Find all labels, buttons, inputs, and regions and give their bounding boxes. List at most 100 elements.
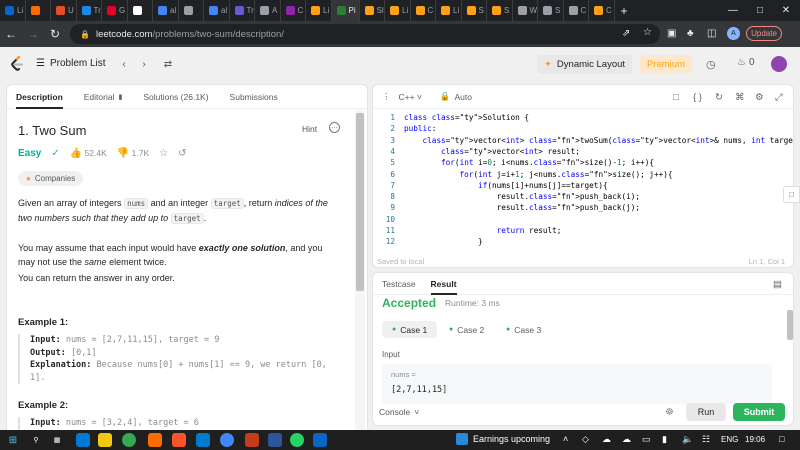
notification-icon[interactable]: □ — [779, 434, 784, 444]
problem-list-button[interactable]: ☰ Problem List — [36, 58, 106, 69]
chrome-app-icon[interactable] — [122, 433, 136, 447]
timer-icon[interactable]: ◷ — [706, 58, 716, 71]
browser-tab[interactable] — [128, 0, 153, 21]
code-line[interactable]: 1 class class="ty">Solution { — [373, 112, 793, 123]
tab-description[interactable]: Description — [16, 85, 63, 109]
tab-result[interactable]: Result — [430, 273, 457, 295]
code-line[interactable]: 12 } — [373, 236, 793, 247]
expand-icon[interactable]: ⤢ — [775, 92, 783, 103]
premium-button[interactable]: Premium — [640, 55, 692, 74]
code-line[interactable]: 11 return result; — [373, 225, 793, 236]
case-3-button[interactable]: ● Case 3 — [496, 321, 551, 338]
puzzle-extensions-icon[interactable]: ♣ — [687, 28, 694, 39]
dislike-button[interactable]: 👎 1.7K — [117, 148, 149, 159]
browser-tab[interactable]: C — [411, 0, 436, 21]
browser-tab[interactable]: S — [462, 0, 487, 21]
hint-button[interactable]: Hint — [302, 124, 317, 134]
auto-mode[interactable]: Auto — [455, 92, 473, 102]
search-icon[interactable]: ⚲ — [29, 433, 43, 447]
vscode-app-icon[interactable] — [196, 433, 210, 447]
next-problem-chevron-icon[interactable]: › — [136, 57, 152, 71]
browser-tab[interactable]: al — [204, 0, 230, 21]
system-clock[interactable]: 19:06 — [745, 435, 765, 444]
browser-tab[interactable]: S — [538, 0, 564, 21]
companies-tag[interactable]: ● Companies — [18, 171, 84, 186]
battery-icon[interactable]: ▮ — [662, 434, 667, 445]
case-1-button[interactable]: ● Case 1 — [382, 321, 438, 338]
side-panel-icon[interactable]: ◫ — [707, 28, 716, 39]
close-window-icon[interactable]: ✕ — [772, 0, 800, 21]
onedrive-cloud-icon[interactable]: ☁ — [602, 434, 611, 445]
browser-tab[interactable]: Tr — [77, 0, 102, 21]
panel-toggle-icon[interactable]: ▤ — [773, 279, 782, 290]
browser-tab[interactable]: al — [153, 0, 179, 21]
powerpoint-app-icon[interactable] — [245, 433, 259, 447]
debug-icon[interactable]: ☸ — [665, 407, 674, 418]
code-line[interactable]: 4 class="ty">vector<int> result; — [373, 146, 793, 157]
share-link-icon[interactable]: ↺ — [178, 148, 186, 159]
browser-tab[interactable] — [179, 0, 204, 21]
code-line[interactable]: 6 for(int j=i+1; j<nums.class="fn">size(… — [373, 169, 793, 180]
brave-app-icon[interactable] — [172, 433, 186, 447]
browser-tab[interactable]: U — [51, 0, 77, 21]
chrome-profile-icon[interactable] — [220, 433, 234, 447]
word-app-icon[interactable] — [268, 433, 282, 447]
reset-icon[interactable]: ↻ — [715, 92, 723, 103]
bookmark-star-icon[interactable]: ☆ — [643, 27, 652, 38]
share-icon[interactable]: ⇗ — [622, 28, 630, 39]
url-bar[interactable]: 🔒 leetcode.com/problems/two-sum/descript… — [70, 24, 660, 44]
file-explorer-icon[interactable] — [98, 433, 112, 447]
more-icon[interactable]: ⋯ — [329, 122, 340, 133]
code-line[interactable]: 8 result.class="fn">push_back(i); — [373, 191, 793, 202]
linkedin-app-icon[interactable] — [313, 433, 327, 447]
language-select[interactable]: C++ ˅ — [399, 92, 422, 102]
tray-app-icon[interactable]: ◇ — [582, 434, 589, 445]
cloud-icon[interactable]: ☁ — [622, 434, 631, 445]
tab-submissions[interactable]: Submissions — [230, 85, 278, 109]
favorite-star-icon[interactable]: ☆ — [159, 148, 168, 159]
bookmark-icon[interactable]: □ — [673, 92, 679, 103]
browser-tab[interactable]: G — [102, 0, 128, 21]
code-line[interactable]: 10 — [373, 214, 793, 225]
code-line[interactable]: 7 if(nums[i]+nums[j]==target){ — [373, 180, 793, 191]
case-2-button[interactable]: ● Case 2 — [439, 321, 494, 338]
input-language[interactable]: ENG — [721, 435, 738, 444]
reload-icon[interactable]: ↻ — [44, 27, 66, 41]
display-icon[interactable]: ▭ — [642, 434, 651, 445]
browser-tab[interactable]: Sl — [360, 0, 385, 21]
browser-tab[interactable]: C — [589, 0, 615, 21]
forward-icon[interactable]: → — [22, 27, 44, 41]
result-scrollbar[interactable] — [787, 310, 793, 340]
task-view-icon[interactable]: ▦ — [50, 433, 64, 447]
edge-app-icon[interactable] — [76, 433, 90, 447]
browser-tab[interactable]: A — [255, 0, 281, 21]
shortcut-icon[interactable]: ⌘ — [735, 92, 745, 103]
code-area[interactable]: 1 class class="ty">Solution {2 public: 3 cl… — [373, 112, 793, 252]
browser-tab[interactable]: Li — [436, 0, 462, 21]
minimize-window-icon[interactable]: — — [719, 0, 747, 21]
browser-tab[interactable]: C — [564, 0, 589, 21]
code-line[interactable]: 9 result.class="fn">push_back(j); — [373, 202, 793, 213]
profile-avatar[interactable]: A — [727, 27, 740, 40]
new-tab-button[interactable]: + — [621, 4, 628, 18]
browser-tab[interactable]: S — [487, 0, 513, 21]
like-button[interactable]: 👍 52.4K — [70, 148, 107, 159]
maximize-window-icon[interactable]: □ — [746, 0, 774, 21]
browser-tab[interactable]: W — [513, 0, 538, 21]
code-line[interactable]: 5 for(int i=0; i<nums.class="fn">size()-… — [373, 157, 793, 168]
browser-tab[interactable]: Li — [0, 0, 26, 21]
browser-tab[interactable]: Li — [385, 0, 411, 21]
extension-icon[interactable]: ▣ — [667, 28, 676, 39]
streak-counter[interactable]: ♨ 0 — [737, 57, 755, 68]
tab-solutions[interactable]: Solutions (26.1K) — [143, 85, 208, 109]
back-icon[interactable]: ← — [0, 27, 22, 41]
settings-gear-icon[interactable]: ⚙ — [755, 92, 764, 103]
prev-problem-chevron-icon[interactable]: ‹ — [116, 57, 132, 71]
tab-editorial[interactable]: Editorial ▮ — [84, 85, 123, 109]
console-toggle[interactable]: Console ˅ — [379, 407, 419, 417]
volume-icon[interactable]: 🔈 — [682, 434, 693, 445]
network-icon[interactable]: ☷ — [702, 434, 710, 445]
weather-widget[interactable]: Earnings upcoming — [456, 433, 550, 445]
leetcode-logo-icon[interactable] — [10, 56, 24, 72]
dynamic-layout-button[interactable]: ✦ Dynamic Layout — [537, 55, 632, 74]
